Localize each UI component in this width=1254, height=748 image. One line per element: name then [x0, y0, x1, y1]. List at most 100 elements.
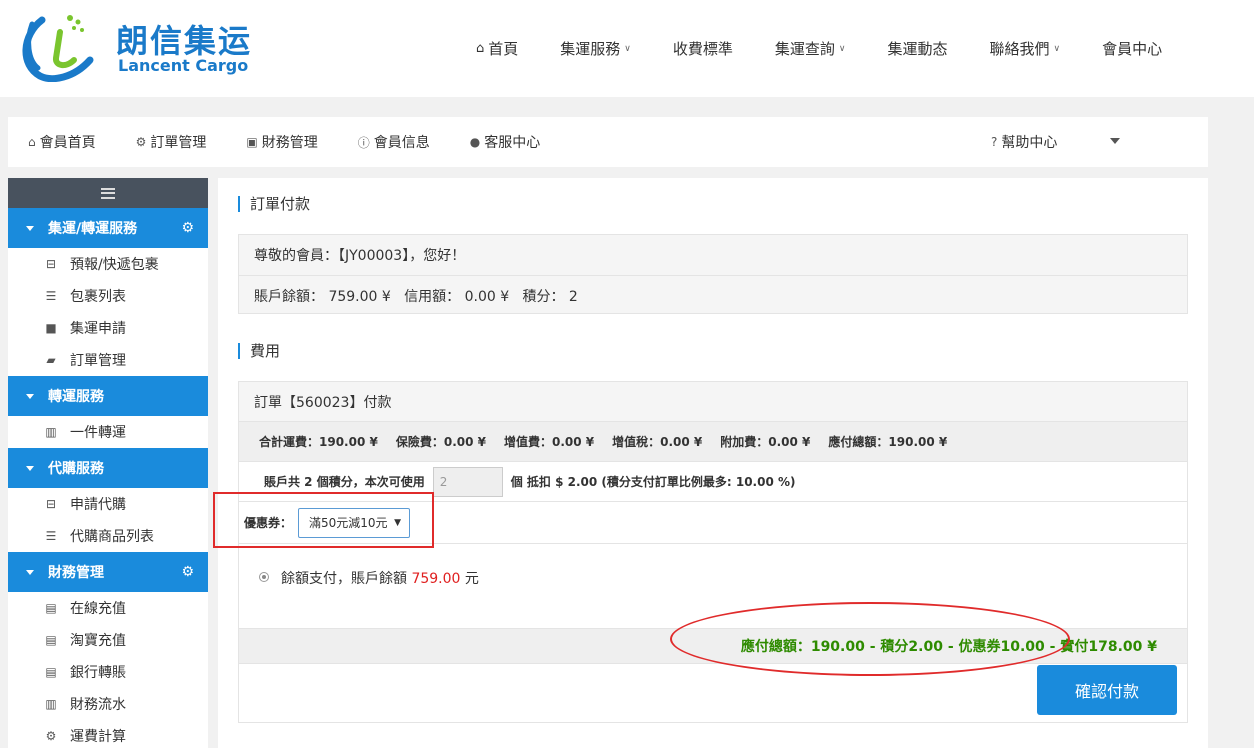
balance-pay-radio[interactable]	[259, 572, 269, 582]
bar-chart-icon: ▥	[45, 425, 57, 439]
sidebar-item-finance-flow[interactable]: ▥ 財務流水	[8, 688, 208, 720]
order-header: 訂單【560023】付款	[239, 382, 1187, 422]
member-greeting: 尊敬的會員：【JY00003】，您好！	[254, 248, 466, 264]
points-prefix: 賬戶共 2 個積分，本次可使用	[264, 475, 425, 489]
sidebar-item-online-topup[interactable]: ▤ 在線充值	[8, 592, 208, 624]
points-input[interactable]	[432, 466, 503, 497]
member-nav-finance[interactable]: ▣ 財務管理	[226, 132, 337, 152]
sidebar-item-taobao-topup[interactable]: ▤ 淘寶充值	[8, 624, 208, 656]
sidebar-item-consolidation-apply[interactable]: ■ 集運申請	[8, 312, 208, 344]
card-icon: ▤	[45, 633, 57, 647]
top-nav-label: 集運服務	[560, 40, 621, 58]
top-nav-home[interactable]: ⌂ 首頁	[455, 38, 539, 59]
top-nav-pricing[interactable]: 收費標準	[652, 38, 754, 59]
gear-icon[interactable]: ⚙	[181, 220, 194, 236]
dropdown-toggle[interactable]	[1110, 138, 1120, 144]
member-nav-home[interactable]: ⌂ 會員首頁	[8, 132, 116, 152]
confirm-payment-button[interactable]: 確認付款	[1037, 665, 1177, 715]
card-icon: ▤	[45, 601, 57, 615]
sidebar-toggle[interactable]	[8, 178, 208, 208]
top-nav-news[interactable]: 集運動态	[867, 38, 969, 59]
caret-down-icon	[26, 225, 34, 231]
caret-down-icon	[26, 465, 34, 471]
user-icon: ●	[469, 135, 481, 149]
chevron-down-icon: ∨	[838, 43, 846, 54]
list-icon: ☰	[45, 289, 57, 303]
fee-surcharge: 附加費：0.00 ¥	[720, 435, 811, 449]
brand-logo[interactable]: 朗信集运 Lancent Cargo	[12, 10, 252, 82]
sidebar-group-consolidation[interactable]: 集運/轉運服務 ⚙	[8, 208, 208, 248]
balance-amount: 759.00	[411, 571, 461, 587]
sidebar-group-title: 轉運服務	[48, 389, 104, 405]
top-nav-contact[interactable]: 聯絡我們 ∨	[969, 38, 1082, 59]
member-nav-label: 財務管理	[261, 135, 318, 151]
member-nav-orders[interactable]: ⚙ 訂單管理	[116, 132, 227, 152]
home-icon: ⌂	[476, 41, 485, 56]
bar-chart-icon: ▥	[45, 697, 57, 711]
card-icon: ▤	[45, 665, 57, 679]
fee-summary: 合計運費：190.00 ¥ 保險費：0.00 ¥ 增值費：0.00 ¥ 增值稅：…	[239, 422, 1187, 462]
sidebar-item-label: 包裹列表	[70, 289, 126, 305]
site-header: 朗信集运 Lancent Cargo ⌂ 首頁 集運服務 ∨ 收費標準 集運查詢 ∨ …	[0, 0, 1254, 97]
sidebar-item-single-transfer[interactable]: ▥ 一件轉運	[8, 416, 208, 448]
fee-panel: 訂單【560023】付款 合計運費：190.00 ¥ 保險費：0.00 ¥ 增值…	[238, 381, 1188, 723]
help-center-link[interactable]: ? 幫助中心	[991, 117, 1057, 167]
sidebar-group-finance[interactable]: 財務管理 ⚙	[8, 552, 208, 592]
annotation-rectangle	[213, 492, 434, 548]
gear-icon[interactable]: ⚙	[181, 564, 194, 580]
fee-insurance: 保險費：0.00 ¥	[395, 435, 486, 449]
cogs-icon: ⚙	[45, 729, 57, 743]
sidebar-item-label: 訂單管理	[70, 353, 126, 369]
sidebar-item-forecast[interactable]: ⊟ 預報/快遞包裹	[8, 248, 208, 280]
top-nav: ⌂ 首頁 集運服務 ∨ 收費標準 集運查詢 ∨ 集運動态 聯絡我們 ∨ 會員中心	[455, 0, 1183, 97]
sidebar-item-bank-transfer[interactable]: ▤ 銀行轉賬	[8, 656, 208, 688]
sidebar-item-apply-purchase[interactable]: ⊟ 申請代購	[8, 488, 208, 520]
caret-down-icon	[26, 569, 34, 575]
fee-freight: 合計運費：190.00 ¥	[259, 435, 378, 449]
top-nav-label: 會員中心	[1102, 40, 1163, 58]
sidebar-item-label: 預報/快遞包裹	[70, 257, 159, 273]
chevron-down-icon: ∨	[1053, 43, 1061, 54]
top-nav-label: 集運動态	[887, 40, 948, 58]
sidebar: 集運/轉運服務 ⚙ ⊟ 預報/快遞包裹 ☰ 包裹列表 ■ 集運申請 ▰ 訂單管理 轉運服務…	[8, 178, 208, 748]
inbox-icon: ⊟	[45, 257, 57, 271]
fees-title: 費用	[238, 343, 280, 359]
home-icon: ⌂	[28, 135, 36, 149]
info-icon: ⓘ	[357, 135, 370, 150]
logo-mark-icon	[22, 15, 94, 82]
book-icon: ▰	[46, 353, 56, 367]
sidebar-item-order-management[interactable]: ▰ 訂單管理	[8, 344, 208, 376]
top-nav-label: 首頁	[488, 40, 519, 58]
member-nav-service[interactable]: ● 客服中心	[450, 132, 560, 152]
menu-icon	[101, 187, 115, 199]
money-icon: ▣	[246, 135, 258, 149]
top-nav-services[interactable]: 集運服務 ∨	[539, 38, 652, 59]
order-payment-title: 訂單付款	[238, 196, 310, 212]
top-nav-label: 集運查詢	[774, 40, 835, 58]
sidebar-group-transfer[interactable]: 轉運服務	[8, 376, 208, 416]
member-nav-label: 訂單管理	[150, 135, 207, 151]
sidebar-item-label: 代購商品列表	[70, 529, 154, 545]
sidebar-item-label: 財務流水	[70, 697, 126, 713]
sidebar-item-label: 一件轉運	[70, 425, 126, 441]
brand-name-en: Lancent Cargo	[118, 56, 249, 75]
sidebar-group-title: 集運/轉運服務	[48, 221, 138, 237]
annotation-ellipse	[670, 602, 1070, 676]
member-nav-info[interactable]: ⓘ 會員信息	[338, 132, 450, 152]
sidebar-item-purchase-list[interactable]: ☰ 代購商品列表	[8, 520, 208, 552]
sidebar-item-package-list[interactable]: ☰ 包裹列表	[8, 280, 208, 312]
top-nav-member[interactable]: 會員中心	[1081, 38, 1183, 59]
member-nav-label: 會員首頁	[39, 135, 96, 151]
fee-value-added: 增值費：0.00 ¥	[503, 435, 595, 449]
question-icon: ?	[991, 135, 998, 149]
top-nav-label: 聯絡我們	[989, 40, 1050, 58]
points-suffix: 個 抵扣 $ 2.00 (積分支付訂單比例最多: 10.00 %)	[510, 475, 796, 489]
sidebar-group-purchasing[interactable]: 代購服務	[8, 448, 208, 488]
sidebar-item-label: 銀行轉賬	[70, 665, 126, 681]
top-nav-label: 收費標準	[672, 40, 733, 58]
top-nav-tracking[interactable]: 集運查詢 ∨	[754, 38, 867, 59]
sidebar-group-title: 財務管理	[48, 565, 104, 581]
member-nav-label: 客服中心	[484, 135, 541, 151]
sidebar-item-freight-calc[interactable]: ⚙ 運費計算	[8, 720, 208, 748]
fee-vat: 增值稅：0.00 ¥	[612, 435, 703, 449]
